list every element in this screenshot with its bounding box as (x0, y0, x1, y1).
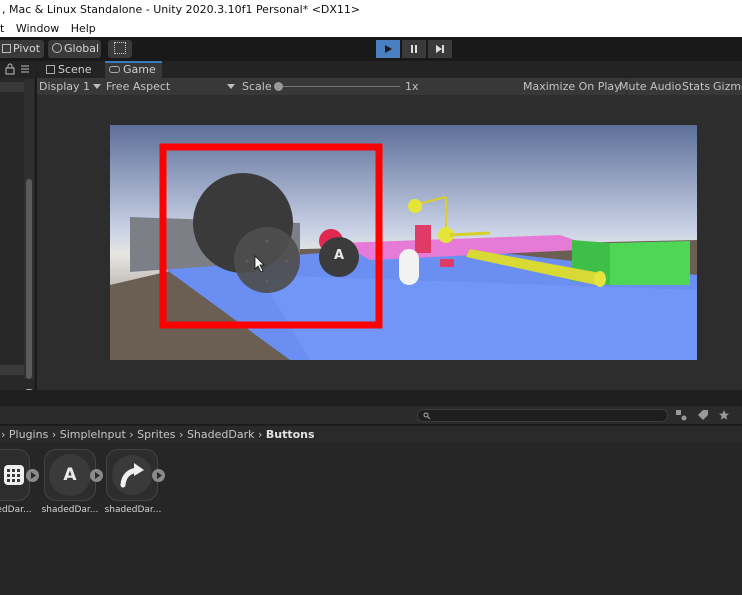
mute-audio-button[interactable]: Mute Audio (619, 78, 681, 95)
view-tabs: Scene Game (37, 61, 742, 78)
menu-item-t[interactable]: t (0, 22, 4, 35)
white-capsule (399, 249, 419, 285)
global-label: Global (64, 42, 100, 55)
curved-arrow-icon (112, 455, 152, 495)
scale-slider-track[interactable] (278, 86, 400, 87)
step-icon (436, 45, 444, 53)
breadcrumb-item[interactable]: ShadedDark (187, 428, 255, 441)
filter-by-type-icon[interactable] (675, 409, 687, 424)
tab-scene-label: Scene (58, 63, 92, 76)
tab-game[interactable]: Game (105, 61, 162, 78)
asset-label: shadedDar... (104, 505, 162, 515)
breadcrumb-separator-icon: › (257, 428, 263, 441)
main-toolbar: Pivot Global (0, 37, 742, 61)
asset-label: shadedDar... (41, 505, 99, 515)
left-panel-row[interactable] (0, 82, 24, 92)
play-icon (385, 45, 392, 53)
expand-arrow-icon[interactable] (152, 469, 165, 482)
tab-game-label: Game (123, 63, 156, 76)
letter-a-icon: A (49, 454, 91, 496)
pivot-icon (2, 44, 11, 53)
scale-slider-handle[interactable] (274, 82, 283, 91)
global-button[interactable]: Global (48, 40, 101, 58)
asset-tile[interactable]: A (44, 449, 96, 501)
menu-item-help[interactable]: Help (71, 22, 96, 35)
game-render[interactable] (110, 125, 697, 360)
chevron-down-icon[interactable] (93, 84, 101, 89)
grid-snap-icon (114, 42, 126, 54)
breadcrumb: › Plugins › SimpleInput › Sprites › Shad… (0, 426, 742, 443)
left-panel (0, 61, 36, 393)
breadcrumb-separator-icon: › (129, 428, 134, 441)
gizmos-button[interactable]: Gizmo (713, 78, 742, 95)
pause-button[interactable] (402, 40, 426, 58)
breadcrumb-current: Buttons (265, 428, 315, 441)
scrollbar-thumb[interactable] (26, 179, 32, 379)
game-view: A (37, 95, 742, 390)
breadcrumb-separator-icon: › (179, 428, 184, 441)
scene-icon (46, 65, 55, 74)
asset-tile[interactable] (106, 449, 158, 501)
breadcrumb-separator-icon: › (1, 428, 6, 441)
yellow-sphere (408, 199, 422, 213)
panel-separator (0, 390, 742, 406)
green-block (610, 241, 690, 285)
pivot-label: Pivot (13, 42, 41, 55)
asset-grid: edDar... A shadedDar... shadedDar... (0, 443, 742, 595)
a-button-label: A (333, 248, 345, 263)
display-select[interactable]: Display 1 (39, 78, 90, 95)
search-icon (423, 412, 431, 420)
grid-icon (4, 465, 24, 485)
breadcrumb-item[interactable]: Plugins (9, 428, 48, 441)
expand-arrow-icon[interactable] (26, 469, 39, 482)
pause-icon (411, 45, 417, 53)
left-panel-header (0, 61, 36, 78)
project-search-input[interactable] (417, 409, 668, 422)
aspect-select[interactable]: Free Aspect (106, 78, 170, 95)
chevron-down-icon[interactable] (227, 84, 235, 89)
left-scrollbar[interactable] (24, 79, 34, 393)
grid-snap-button[interactable] (108, 40, 132, 58)
globe-icon (52, 43, 62, 53)
joystick-thumb[interactable] (234, 227, 300, 293)
scale-label: Scale (242, 80, 272, 93)
lock-icon[interactable] (5, 63, 15, 78)
red-block (440, 259, 454, 267)
stats-button[interactable]: Stats (682, 78, 710, 95)
tab-scene[interactable]: Scene (42, 61, 98, 78)
menu-icon[interactable] (20, 63, 30, 78)
menu-item-window[interactable]: Window (16, 22, 59, 35)
maximize-on-play-button[interactable]: Maximize On Play (523, 78, 627, 95)
floor-front (260, 275, 697, 360)
window-title: , Mac & Linux Standalone - Unity 2020.3.… (0, 0, 742, 20)
breadcrumb-separator-icon: › (51, 428, 57, 441)
left-panel-row[interactable] (0, 365, 24, 375)
pivot-button[interactable]: Pivot (0, 40, 44, 58)
letter-a-glyph: A (63, 465, 77, 485)
asset-label: edDar... (0, 505, 32, 515)
menu-bar: t Window Help (0, 20, 742, 37)
red-block (415, 225, 431, 253)
expand-arrow-icon[interactable] (90, 469, 103, 482)
scale-value: 1x (405, 80, 419, 93)
game-toolbar: Display 1 Free Aspect Scale 1x Maximize … (37, 78, 742, 95)
breadcrumb-item[interactable]: SimpleInput (60, 428, 126, 441)
star-icon[interactable] (718, 409, 730, 424)
step-button[interactable] (428, 40, 452, 58)
pipe-end (594, 271, 606, 287)
breadcrumb-item[interactable]: Sprites (137, 428, 175, 441)
label-icon[interactable] (697, 409, 709, 424)
play-button[interactable] (376, 40, 400, 58)
gamepad-icon (109, 66, 120, 73)
